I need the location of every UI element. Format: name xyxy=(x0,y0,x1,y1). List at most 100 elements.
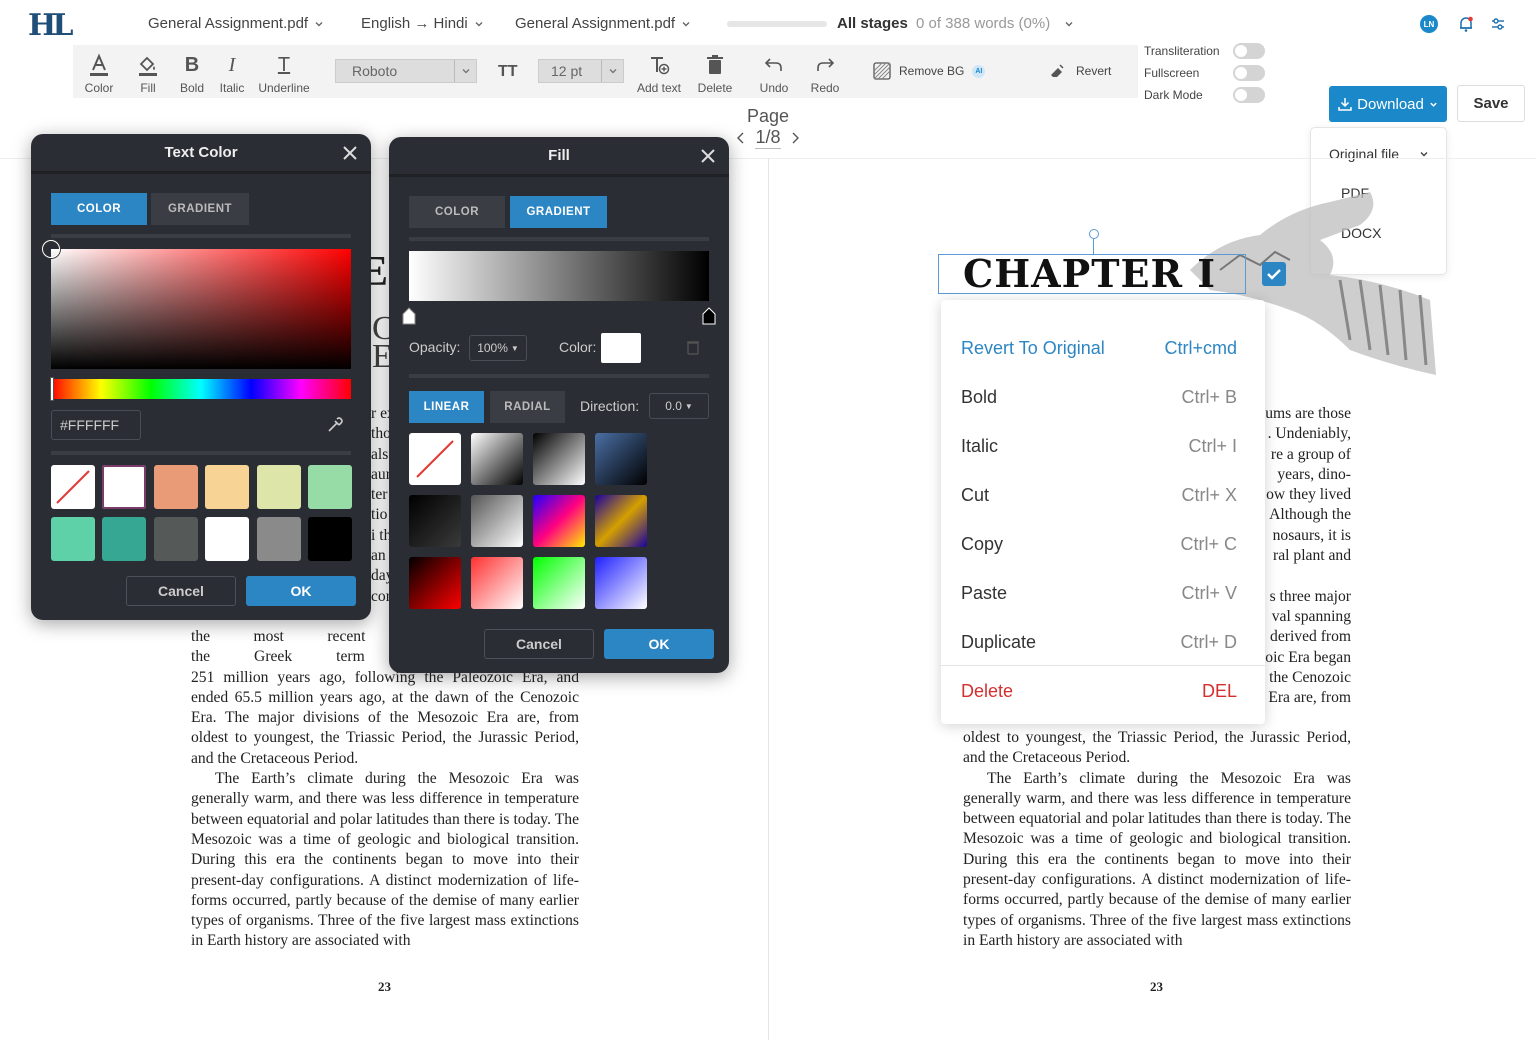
gradient-preset[interactable] xyxy=(533,557,585,609)
color-swatch[interactable] xyxy=(102,465,147,509)
chapter-heading[interactable]: CHAPTER I xyxy=(963,251,1216,296)
menu-item-paste[interactable]: Paste Ctrl+ V xyxy=(961,583,1237,604)
gradient-stop-start[interactable] xyxy=(402,307,416,325)
tab-gradient[interactable]: GRADIENT xyxy=(510,196,607,228)
fill-button[interactable]: Fill xyxy=(133,49,163,95)
tab-radial[interactable]: RADIAL xyxy=(490,391,565,423)
bold-icon: B xyxy=(184,53,200,76)
chevron-down-icon[interactable] xyxy=(1064,19,1074,29)
ok-button[interactable]: OK xyxy=(604,629,714,659)
hex-input[interactable]: #FFFFFF xyxy=(51,410,141,440)
gradient-preset[interactable] xyxy=(409,495,461,547)
gradient-stop-end[interactable] xyxy=(702,307,716,325)
transliteration-toggle[interactable] xyxy=(1233,43,1265,59)
close-icon[interactable] xyxy=(699,147,717,165)
color-swatch[interactable] xyxy=(205,517,250,561)
gradient-preset[interactable] xyxy=(595,495,647,547)
cancel-button[interactable]: Cancel xyxy=(484,629,594,659)
menu-item-cut[interactable]: Cut Ctrl+ X xyxy=(961,485,1237,506)
app-logo[interactable]: HL xyxy=(28,8,73,43)
hue-handle[interactable] xyxy=(50,377,54,401)
tab-linear[interactable]: LINEAR xyxy=(409,391,484,423)
gradient-preset[interactable] xyxy=(533,495,585,547)
menu-item-duplicate[interactable]: Duplicate Ctrl+ D xyxy=(961,632,1237,653)
left-page-text: the most recent 542 million ye the Greek … xyxy=(191,627,579,952)
color-swatch[interactable] xyxy=(308,465,352,509)
dark-mode-toggle[interactable] xyxy=(1233,87,1265,103)
hue-slider[interactable] xyxy=(51,379,351,399)
italic-button[interactable]: I Italic xyxy=(217,49,247,96)
delete-button[interactable]: Delete xyxy=(695,49,735,95)
tab-gradient[interactable]: GRADIENT xyxy=(151,193,249,225)
ok-button[interactable]: OK xyxy=(246,576,356,606)
underline-button[interactable]: T Underline xyxy=(257,49,311,96)
menu-item-italic[interactable]: Italic Ctrl+ I xyxy=(961,436,1237,457)
revert-label: Revert xyxy=(1076,64,1112,78)
stages-selector[interactable]: All stages xyxy=(837,15,908,32)
redo-button[interactable]: Redo xyxy=(809,49,841,95)
download-button[interactable]: Download xyxy=(1329,86,1447,122)
picker-handle[interactable] xyxy=(42,240,60,258)
tab-color[interactable]: COLOR xyxy=(409,196,505,228)
font-size-select[interactable]: 12 pt xyxy=(538,59,624,83)
gradient-preset[interactable] xyxy=(595,433,647,485)
color-swatch[interactable] xyxy=(51,517,95,561)
menu-item-delete[interactable]: Delete DEL xyxy=(961,681,1237,702)
color-swatch[interactable] xyxy=(102,517,147,561)
color-swatch[interactable] xyxy=(153,465,198,509)
text-color-button[interactable]: Color xyxy=(83,49,115,95)
eyedropper-icon[interactable] xyxy=(326,416,344,434)
saturation-picker[interactable] xyxy=(51,249,351,369)
bell-icon[interactable] xyxy=(1457,15,1475,33)
gradient-preset[interactable] xyxy=(595,557,647,609)
original-file-option[interactable]: Original file xyxy=(1329,146,1429,162)
add-text-label: Add text xyxy=(636,81,682,95)
bold-button[interactable]: B Bold xyxy=(178,49,206,96)
target-file-selector[interactable]: General Assignment.pdf xyxy=(515,15,691,32)
selected-text-box[interactable]: CHAPTER I xyxy=(938,251,1246,296)
gradient-preset[interactable] xyxy=(409,557,461,609)
language-selector[interactable]: English → Hindi xyxy=(361,15,484,32)
gradient-preset[interactable] xyxy=(471,495,523,547)
color-swatch[interactable] xyxy=(51,465,95,509)
opacity-select[interactable]: 100% ▼ xyxy=(469,335,527,361)
undo-button[interactable]: Undo xyxy=(757,49,791,95)
font-size-value: 12 pt xyxy=(551,63,583,79)
chevron-right-icon[interactable] xyxy=(791,132,799,144)
color-swatch[interactable] xyxy=(205,465,250,509)
file-selector[interactable]: General Assignment.pdf xyxy=(148,15,324,32)
remove-bg-button[interactable]: Remove BG AI xyxy=(873,62,986,80)
color-swatch[interactable] xyxy=(256,517,301,561)
menu-item-revert[interactable]: Revert To Original Ctrl+cmd xyxy=(961,338,1237,359)
settings-sliders-icon[interactable] xyxy=(1490,16,1506,32)
rotate-handle[interactable] xyxy=(1089,229,1099,239)
avatar[interactable]: LN xyxy=(1420,15,1438,33)
gradient-preset[interactable] xyxy=(409,433,461,485)
trash-icon[interactable] xyxy=(686,339,700,355)
font-size-icon[interactable]: TT xyxy=(498,63,518,81)
tab-color[interactable]: COLOR xyxy=(51,193,147,225)
gradient-preset[interactable] xyxy=(533,433,585,485)
gradient-preset[interactable] xyxy=(471,433,523,485)
confirm-checkbox[interactable] xyxy=(1262,262,1286,286)
gradient-preview[interactable] xyxy=(409,251,709,301)
add-text-button[interactable]: Add text xyxy=(633,49,685,95)
chevron-left-icon[interactable] xyxy=(737,132,745,144)
fullscreen-toggle[interactable] xyxy=(1233,65,1265,81)
font-family-value: Roboto xyxy=(352,63,398,79)
revert-button[interactable]: Revert xyxy=(1048,62,1111,80)
menu-item-bold[interactable]: Bold Ctrl+ B xyxy=(961,387,1237,408)
menu-item-copy[interactable]: Copy Ctrl+ C xyxy=(961,534,1237,555)
page-value[interactable]: 1/8 xyxy=(755,127,781,149)
page-divider xyxy=(768,158,769,1040)
font-family-select[interactable]: Roboto xyxy=(335,59,477,83)
gradient-preset[interactable] xyxy=(471,557,523,609)
direction-select[interactable]: 0.0 ▼ xyxy=(649,393,709,419)
cancel-button[interactable]: Cancel xyxy=(126,576,236,606)
color-swatch[interactable] xyxy=(256,465,301,509)
close-icon[interactable] xyxy=(341,144,359,162)
save-button[interactable]: Save xyxy=(1457,85,1525,122)
color-swatch[interactable] xyxy=(153,517,198,561)
color-swatch[interactable] xyxy=(601,333,641,363)
color-swatch[interactable] xyxy=(308,517,352,561)
